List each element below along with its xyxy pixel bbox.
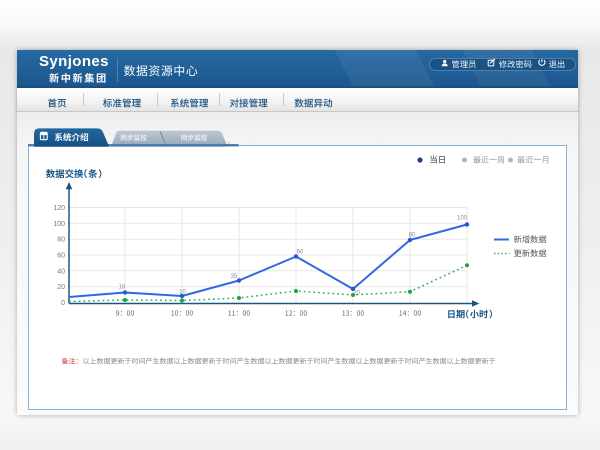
svg-text:80: 80 bbox=[57, 237, 65, 244]
svg-text:60: 60 bbox=[57, 253, 65, 260]
svg-text:20: 20 bbox=[353, 291, 360, 297]
svg-text:0: 0 bbox=[61, 300, 65, 307]
svg-text:35: 35 bbox=[231, 274, 238, 280]
svg-text:100: 100 bbox=[53, 221, 65, 228]
svg-text:10: 10 bbox=[179, 290, 186, 296]
svg-text:60: 60 bbox=[297, 250, 304, 256]
svg-text:120: 120 bbox=[53, 205, 65, 212]
svg-text:18: 18 bbox=[119, 285, 126, 291]
svg-text:20: 20 bbox=[57, 284, 65, 291]
svg-text:80: 80 bbox=[409, 233, 416, 239]
svg-text:40: 40 bbox=[57, 268, 65, 275]
svg-text:100: 100 bbox=[457, 216, 468, 222]
